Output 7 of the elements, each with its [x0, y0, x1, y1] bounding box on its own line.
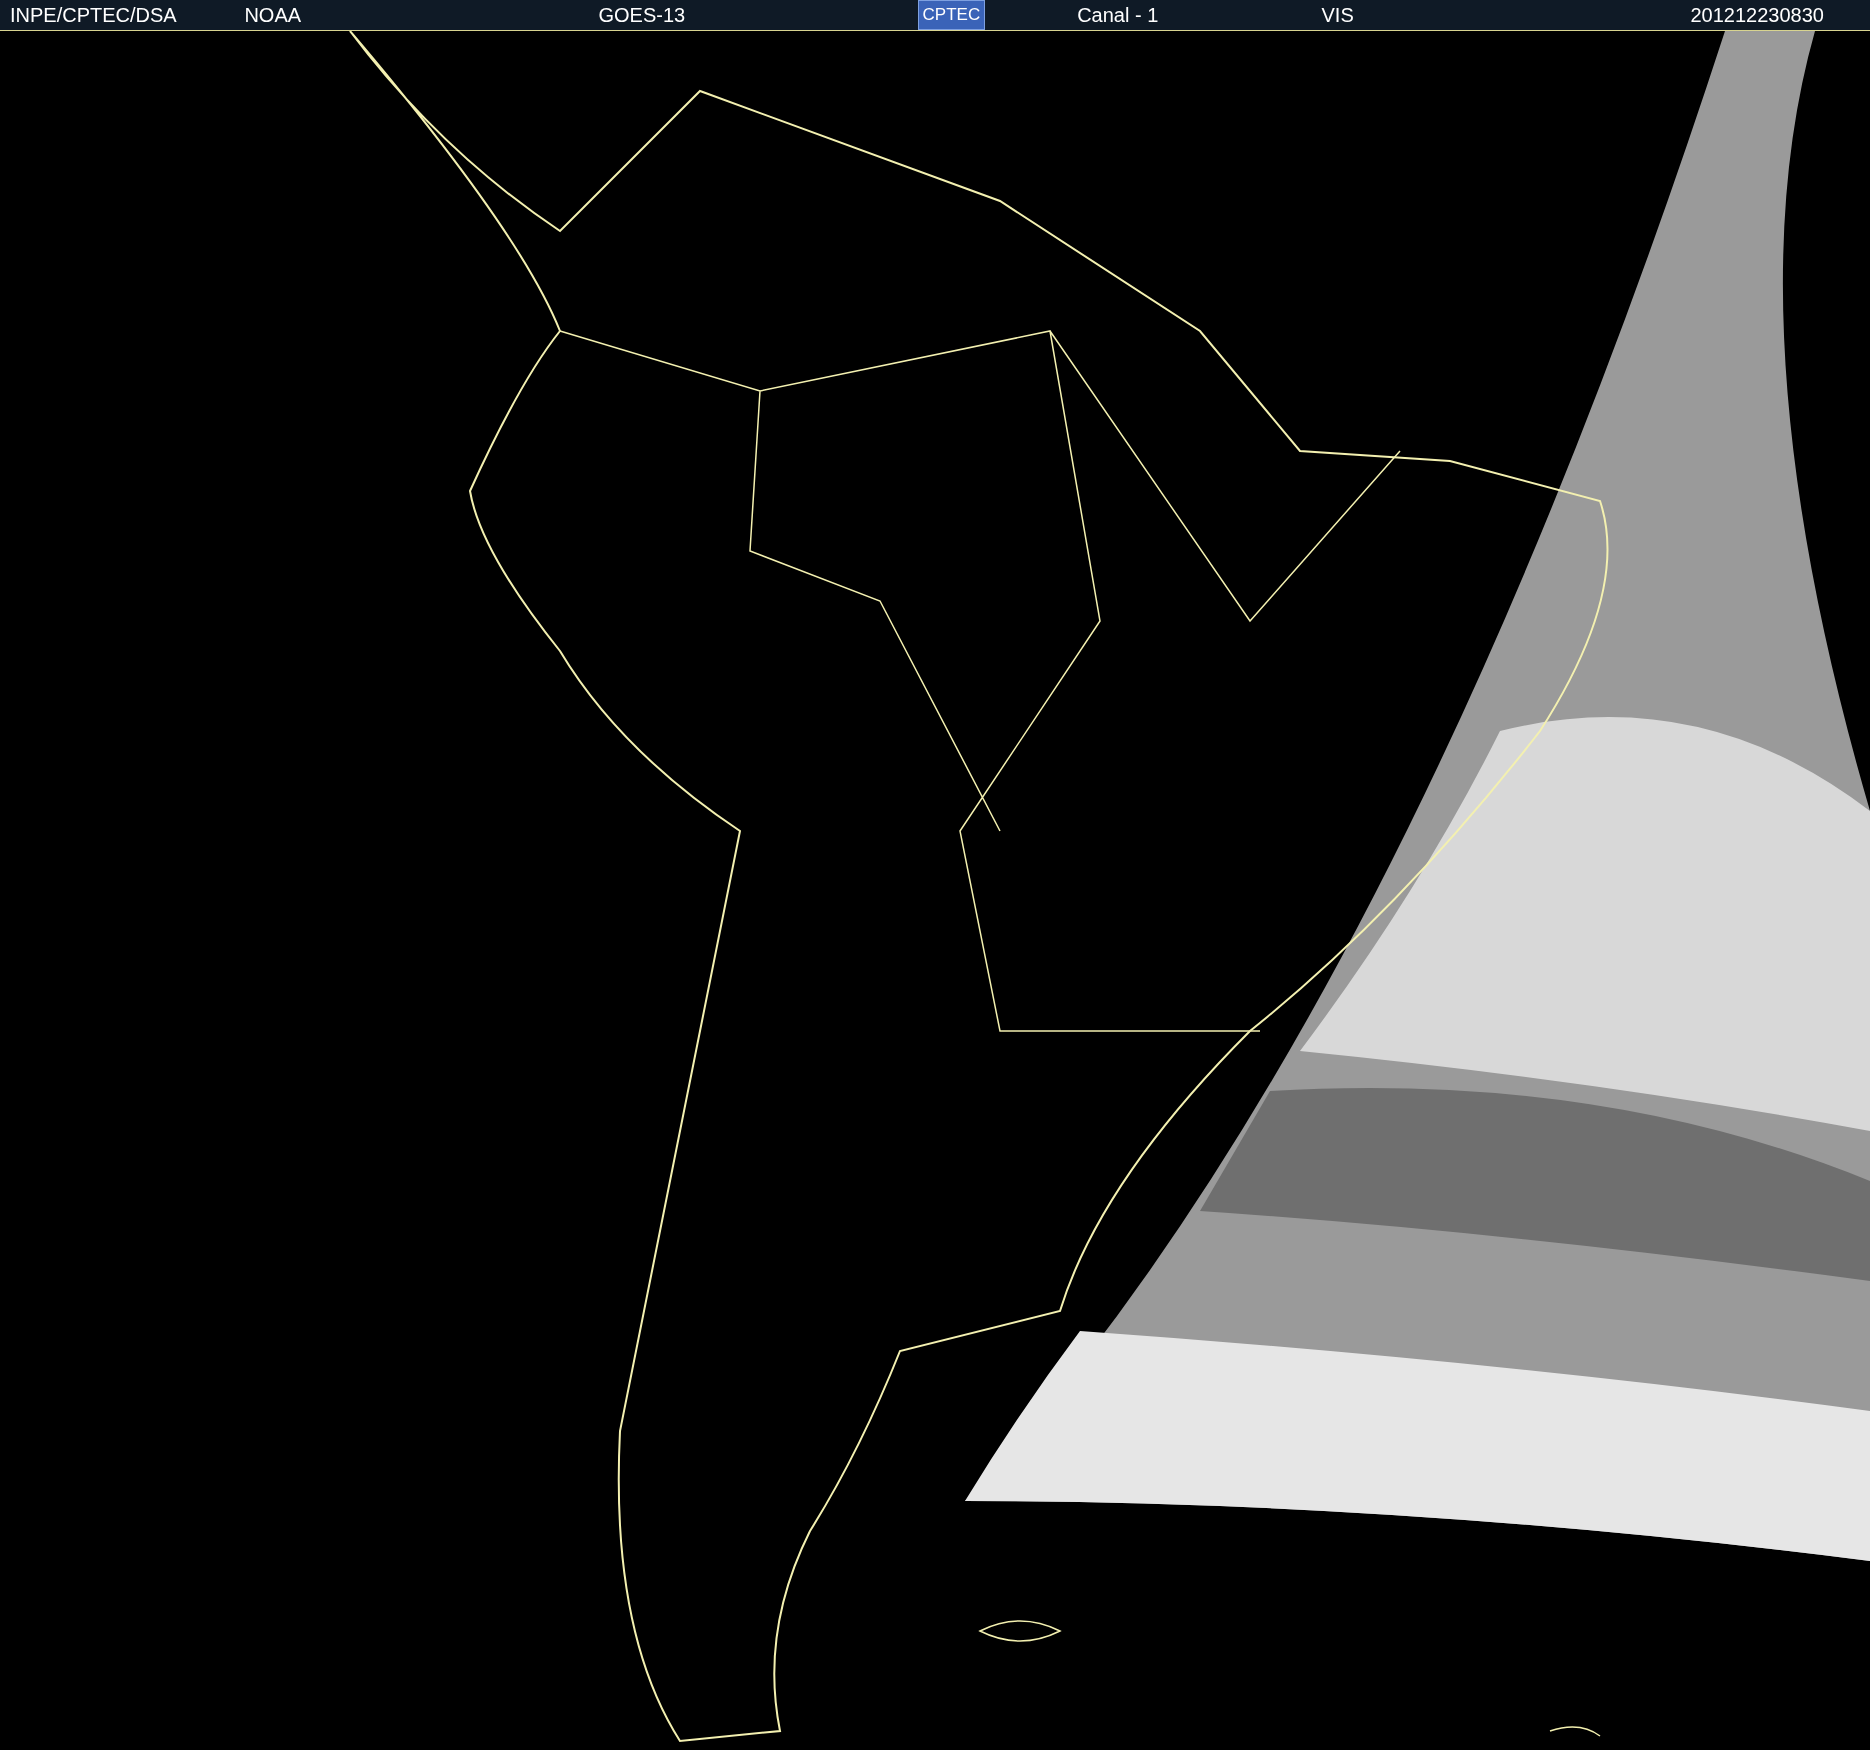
- header-label: 201212230830: [1690, 3, 1824, 28]
- header-label: GOES-13: [598, 3, 686, 28]
- header-label: NOAA: [244, 3, 302, 28]
- header-label: INPE/CPTEC/DSA: [10, 3, 177, 28]
- logo: CPTEC: [917, 0, 986, 30]
- header-label: Canal - 1: [1077, 3, 1159, 28]
- header-label: VIS: [1321, 3, 1354, 28]
